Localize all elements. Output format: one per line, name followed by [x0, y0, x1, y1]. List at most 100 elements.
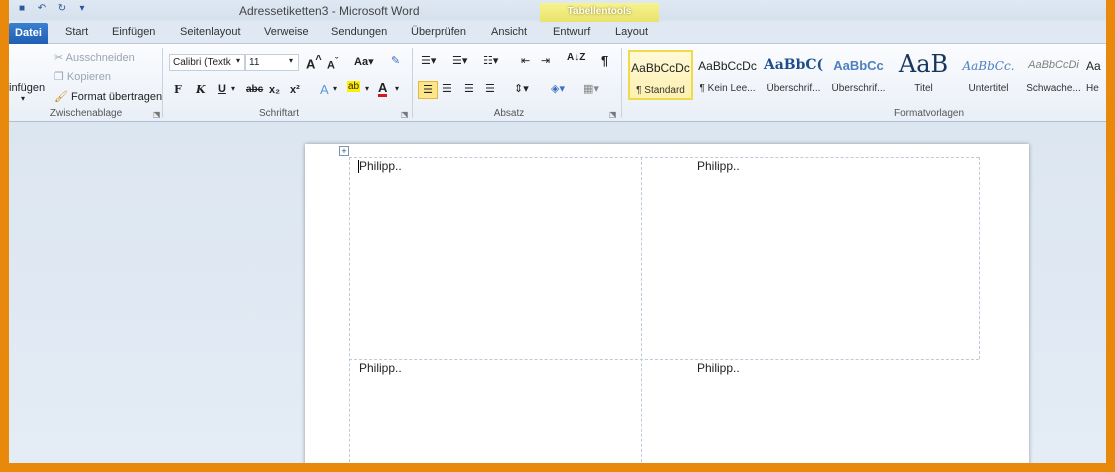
font-name-dropdown-icon[interactable]: ▾ [236, 56, 240, 65]
style-subtitle[interactable]: AaBbCc. Untertitel [956, 50, 1021, 100]
justify-icon[interactable]: ☰ [485, 82, 495, 95]
label-cell-text[interactable]: Philipp.. [697, 159, 740, 173]
style-name: Überschrif... [766, 83, 821, 94]
text-effects-dropdown-icon[interactable]: ▾ [333, 84, 337, 93]
bold-button[interactable]: F [174, 83, 182, 96]
grow-font-button[interactable]: A^ [306, 54, 322, 71]
borders-icon[interactable]: ▦▾ [583, 82, 599, 95]
font-color-icon[interactable]: A [378, 81, 388, 97]
tab-references[interactable]: Verweise [264, 26, 309, 38]
style-heading-2[interactable]: AaBbCc Überschrif... [826, 50, 891, 100]
style-name: Untertitel [968, 83, 1009, 94]
underline-dropdown-icon[interactable]: ▾ [231, 84, 235, 93]
align-right-icon[interactable]: ☰ [464, 82, 474, 95]
label-cell-text[interactable]: Philipp.. [359, 361, 402, 375]
tab-start[interactable]: Start [65, 26, 88, 38]
highlight-icon[interactable]: ab [347, 81, 361, 92]
tab-design[interactable]: Entwurf [553, 26, 590, 38]
quick-access-toolbar: ■ ↶ ↻ ▾ [15, 4, 89, 14]
save-icon[interactable]: ■ [15, 4, 29, 14]
font-group-label: Schriftart [258, 108, 299, 119]
copy-button[interactable]: ❐ Kopieren [54, 70, 111, 83]
paragraph-launcher-icon[interactable]: ⬔ [609, 110, 617, 119]
align-left-icon[interactable]: ☰ [418, 81, 438, 99]
text-effects-icon[interactable]: A [320, 82, 329, 97]
bullets-icon[interactable]: ☰▾ [421, 54, 436, 67]
font-color-dropdown-icon[interactable]: ▾ [395, 84, 399, 93]
shading-icon[interactable]: ◈▾ [551, 82, 565, 95]
style-name: ¶ Kein Lee... [699, 83, 756, 94]
table-move-handle-icon[interactable]: + [339, 146, 349, 156]
numbering-icon[interactable]: ☰▾ [452, 54, 467, 67]
style-sample: AaBbCc [833, 58, 884, 73]
style-subtle-emphasis[interactable]: AaBbCcDi Schwache... [1021, 50, 1086, 100]
tab-file[interactable]: Datei [9, 23, 48, 44]
subscript-button[interactable]: x₂ [269, 84, 280, 96]
style-no-spacing[interactable]: AaBbCcDc ¶ Kein Lee... [695, 50, 760, 100]
style-standard[interactable]: AaBbCcDc ¶ Standard [628, 50, 693, 100]
document-page[interactable]: + Philipp.. Philipp.. Philipp.. Philipp.… [305, 144, 1029, 463]
paragraph-group-label: Absatz [493, 108, 525, 119]
style-name: Titel [914, 83, 933, 94]
redo-icon[interactable]: ↻ [55, 4, 69, 14]
label-cell-text[interactable]: Philipp.. [359, 159, 402, 173]
clipboard-group-label: Zwischenablage [49, 108, 123, 119]
underline-button[interactable]: U [218, 83, 226, 95]
table-gridline [641, 157, 642, 463]
line-spacing-icon[interactable]: ⇕▾ [514, 82, 529, 95]
multilevel-list-icon[interactable]: ☷▾ [483, 54, 498, 67]
pilcrow-icon[interactable]: ¶ [601, 53, 608, 68]
change-case-button[interactable]: Aa▾ [354, 55, 374, 68]
undo-icon[interactable]: ↶ [35, 4, 49, 14]
brush-icon: 🖌 [54, 91, 72, 103]
table-gridline [979, 157, 980, 359]
copy-icon: ❐ [54, 71, 67, 83]
label-cell-text[interactable]: Philipp.. [697, 361, 740, 375]
scissors-icon: ✂ [54, 52, 66, 64]
font-launcher-icon[interactable]: ⬔ [401, 110, 409, 119]
style-sample: AaB [898, 50, 949, 78]
divider [621, 48, 622, 118]
style-name: ¶ Standard [636, 85, 685, 96]
tab-review[interactable]: Überprüfen [411, 26, 466, 38]
clipboard-launcher-icon[interactable]: ⬔ [153, 110, 161, 119]
font-size-dropdown-icon[interactable]: ▾ [289, 56, 293, 65]
clear-formatting-icon[interactable]: ✎ [391, 54, 400, 67]
increase-indent-icon[interactable]: ⇥ [541, 54, 550, 67]
paste-button[interactable]: infügen [9, 82, 45, 94]
highlight-dropdown-icon[interactable]: ▾ [365, 84, 369, 93]
document-workspace[interactable]: + Philipp.. Philipp.. Philipp.. Philipp.… [9, 123, 1106, 463]
contextual-tab-header: Tabellentools [540, 3, 659, 22]
tab-page-layout[interactable]: Seitenlayout [180, 26, 241, 38]
paste-dropdown-icon[interactable]: ▾ [21, 94, 25, 103]
tab-mailings[interactable]: Sendungen [331, 26, 387, 38]
style-name: Überschrif... [831, 83, 886, 94]
window-title: Adressetiketten3 - Microsoft Word [239, 4, 420, 18]
superscript-button[interactable]: x² [290, 84, 300, 96]
word-window: ■ ↶ ↻ ▾ Adressetiketten3 - Microsoft Wor… [9, 0, 1106, 463]
style-emphasis-partial[interactable]: Aa He [1086, 50, 1106, 100]
cut-button[interactable]: ✂ Ausschneiden [54, 51, 135, 64]
tab-view[interactable]: Ansicht [491, 26, 527, 38]
tab-layout[interactable]: Layout [615, 26, 648, 38]
sort-icon[interactable]: A↓Z [567, 52, 585, 63]
style-sample: Aa [1086, 59, 1101, 73]
decrease-indent-icon[interactable]: ⇤ [521, 54, 530, 67]
font-name-combo[interactable]: Calibri (Textk [169, 54, 245, 71]
table-gridline [349, 157, 979, 158]
align-center-icon[interactable]: ☰ [442, 82, 452, 95]
shrink-font-button[interactable]: Aˇ [327, 56, 338, 72]
divider [162, 48, 163, 118]
style-heading-1[interactable]: AaBbC( Überschrif... [761, 50, 826, 100]
table-gridline [349, 157, 350, 463]
style-sample: AaBbCcDc [698, 59, 757, 73]
style-title[interactable]: AaB Titel [891, 50, 956, 100]
customize-qat-icon[interactable]: ▾ [75, 4, 89, 14]
title-bar: ■ ↶ ↻ ▾ Adressetiketten3 - Microsoft Wor… [9, 0, 1106, 22]
format-painter-button[interactable]: 🖌 Format übertragen [54, 90, 162, 103]
style-name: Schwache... [1026, 83, 1081, 94]
italic-button[interactable]: K [196, 83, 206, 96]
style-sample: AaBbCcDc [631, 61, 690, 75]
tab-insert[interactable]: Einfügen [112, 26, 155, 38]
strikethrough-button[interactable]: abc [246, 84, 263, 95]
